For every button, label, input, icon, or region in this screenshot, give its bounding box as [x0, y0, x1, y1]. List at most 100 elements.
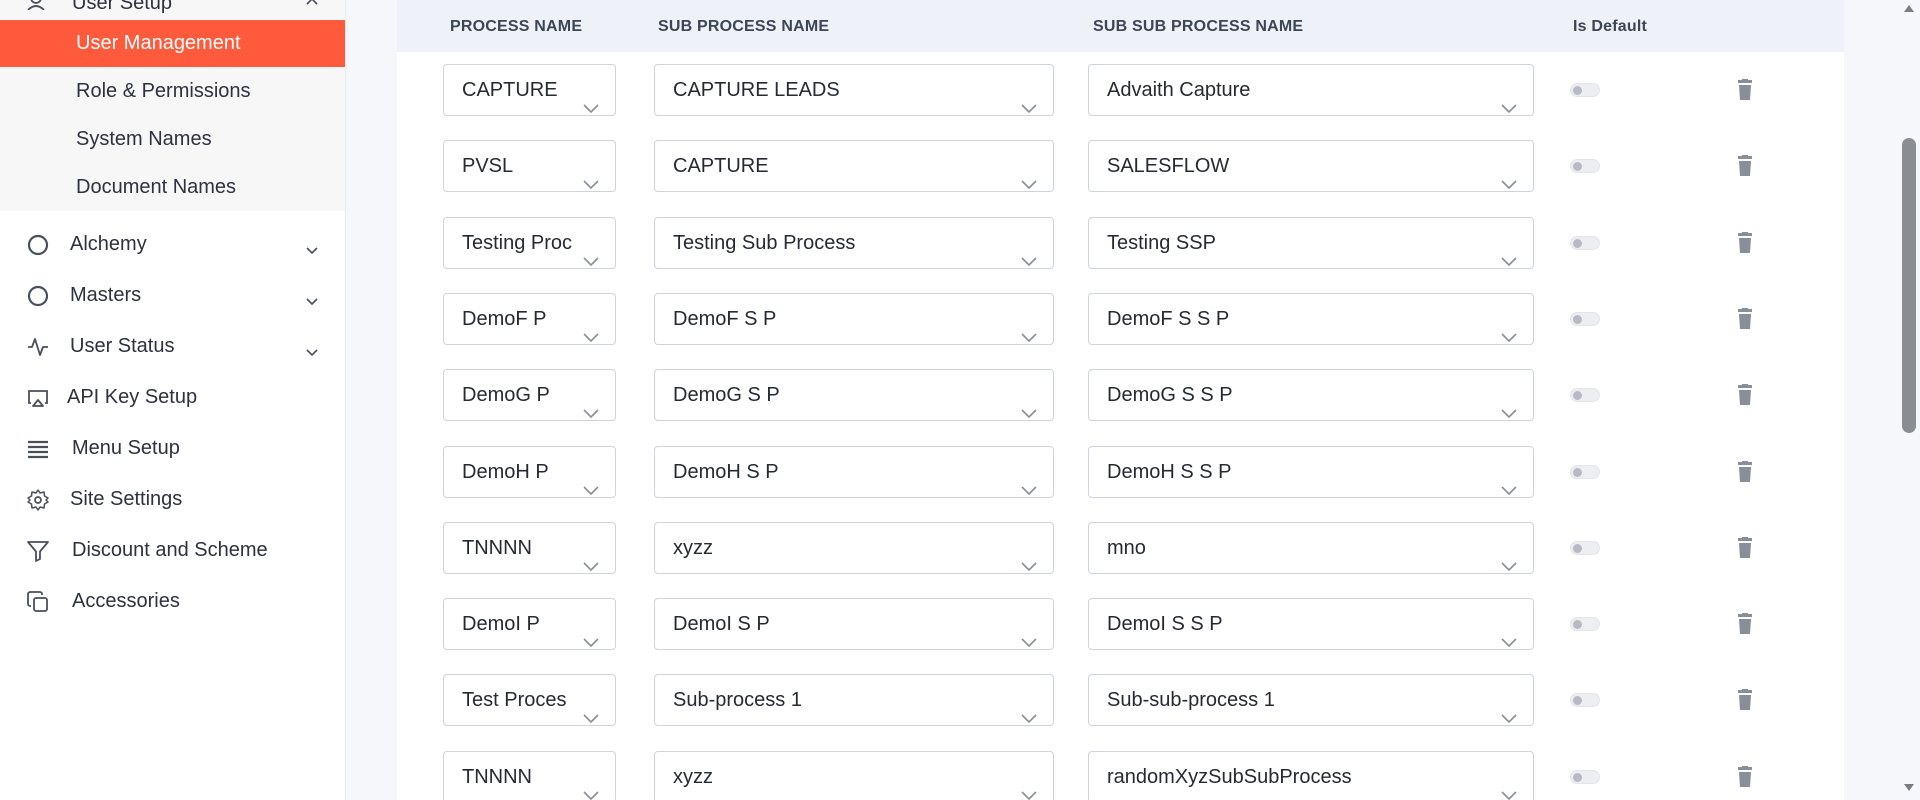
chevron-down-icon [1501, 465, 1517, 497]
delete-button[interactable] [1735, 79, 1755, 101]
is-default-toggle[interactable] [1570, 769, 1600, 784]
trash-icon [1735, 613, 1755, 639]
column-header-process: PROCESS NAME [450, 18, 583, 35]
delete-button[interactable] [1735, 613, 1755, 635]
sub-process-select-value: CAPTURE [673, 155, 769, 178]
is-default-toggle[interactable] [1570, 235, 1600, 250]
sub-process-select[interactable]: DemoF S P [654, 292, 1054, 345]
sub-sub-process-select[interactable]: DemoI S S P [1088, 598, 1534, 651]
chevron-down-icon [1501, 83, 1517, 115]
process-select-value: DemoG P [462, 384, 550, 407]
toggle-knob [1573, 86, 1582, 95]
delete-button[interactable] [1735, 689, 1755, 711]
sub-sub-process-select[interactable]: DemoG S S P [1088, 369, 1534, 422]
sidebar-item-masters[interactable]: Masters [0, 271, 345, 319]
delete-button[interactable] [1735, 384, 1755, 406]
sidebar-subitem-role-permissions[interactable]: Role & Permissions [0, 68, 345, 115]
sidebar-item-label: Menu Setup [72, 436, 180, 459]
main-content: PROCESS NAME SUB PROCESS NAME SUB SUB PR… [347, 0, 1920, 800]
menu-icon [26, 437, 50, 461]
sidebar-item-label: User Status [70, 334, 175, 357]
chevron-up-icon[interactable] [306, 0, 318, 10]
process-select[interactable]: Test Proces [443, 674, 616, 727]
sidebar-item-user-setup[interactable]: User Setup [0, 0, 345, 14]
process-select[interactable]: DemoI P [443, 598, 616, 651]
chevron-down-icon [1021, 236, 1037, 268]
process-select[interactable]: Testing Proc [443, 216, 616, 269]
chevron-down-icon [1501, 388, 1517, 420]
process-select[interactable]: CAPTURE [443, 64, 616, 116]
scroll-up-arrow-icon[interactable] [1903, 0, 1915, 12]
sidebar-item-alchemy[interactable]: Alchemy [0, 220, 345, 268]
sub-sub-process-select[interactable]: randomXyzSubSubProcess [1088, 750, 1534, 800]
is-default-toggle[interactable] [1570, 693, 1600, 708]
sub-process-select[interactable]: DemoH S P [654, 445, 1054, 498]
sub-process-select[interactable]: DemoG S P [654, 369, 1054, 422]
trash-icon [1735, 155, 1755, 181]
sub-process-select[interactable]: CAPTURE LEADS [654, 64, 1054, 116]
chevron-down-icon [1501, 770, 1517, 800]
sub-process-select[interactable]: DemoI S P [654, 598, 1054, 651]
sub-process-select[interactable]: xyzz [654, 521, 1054, 574]
is-default-toggle[interactable] [1570, 464, 1600, 479]
delete-button[interactable] [1735, 307, 1755, 330]
is-default-toggle[interactable] [1570, 83, 1600, 97]
scroll-down-arrow-icon[interactable] [1903, 780, 1915, 791]
sub-sub-process-select[interactable]: Advaith Capture [1088, 64, 1534, 116]
sidebar-item-user-status[interactable]: User Status [0, 322, 345, 370]
delete-button[interactable] [1735, 155, 1755, 177]
is-default-toggle[interactable] [1570, 311, 1600, 326]
sub-sub-process-select[interactable]: SALESFLOW [1088, 140, 1534, 193]
process-select[interactable]: PVSL [443, 140, 616, 193]
scrollbar-thumb[interactable] [1902, 138, 1916, 433]
sidebar-subitem-user-management[interactable]: User Management [0, 20, 345, 67]
sub-process-select[interactable]: Testing Sub Process [654, 216, 1054, 269]
sidebar-item-menu-setup[interactable]: Menu Setup [0, 424, 345, 472]
process-select[interactable]: DemoF P [443, 292, 616, 345]
sub-sub-process-select-value: DemoG S S P [1107, 384, 1233, 407]
process-select[interactable]: TNNNN [443, 750, 616, 800]
sidebar-item-discount-and-scheme[interactable]: Discount and Scheme [0, 526, 345, 574]
process-select-value: TNNNN [462, 765, 532, 788]
chevron-down-icon [1501, 236, 1517, 268]
sidebar-item-label: Discount and Scheme [72, 538, 268, 561]
process-select[interactable]: DemoH P [443, 445, 616, 498]
scrollbar[interactable] [1898, 0, 1920, 800]
sub-sub-process-select[interactable]: Testing SSP [1088, 216, 1534, 269]
is-default-toggle[interactable] [1570, 159, 1600, 174]
sub-sub-process-select[interactable]: DemoH S S P [1088, 445, 1534, 498]
sub-sub-process-select-value: DemoF S S P [1107, 307, 1230, 330]
sub-process-select-value: xyzz [673, 536, 713, 559]
sidebar-item-accessories[interactable]: Accessories [0, 577, 345, 625]
process-select-value: Testing Proc [462, 231, 573, 254]
sidebar-item-site-settings[interactable]: Site Settings [0, 475, 345, 523]
delete-button[interactable] [1735, 460, 1755, 483]
process-select[interactable]: DemoG P [443, 369, 616, 422]
toggle-knob [1573, 772, 1582, 782]
is-default-toggle[interactable] [1570, 617, 1600, 632]
chevron-down-icon [1501, 312, 1517, 344]
sub-process-select[interactable]: xyzz [654, 750, 1054, 800]
toggle-knob [1573, 696, 1582, 706]
sub-sub-process-select[interactable]: DemoF S S P [1088, 292, 1534, 345]
sub-process-select-value: Testing Sub Process [673, 231, 856, 254]
trash-icon [1735, 307, 1755, 334]
sub-process-select[interactable]: Sub-process 1 [654, 674, 1054, 727]
chevron-down-icon [583, 541, 599, 573]
is-default-toggle[interactable] [1570, 540, 1600, 555]
is-default-toggle[interactable] [1570, 388, 1600, 403]
sidebar-subitem-document-names[interactable]: Document Names [0, 164, 345, 211]
delete-button[interactable] [1735, 765, 1755, 788]
chevron-down-icon [1021, 541, 1037, 573]
process-select[interactable]: TNNNN [443, 521, 616, 574]
sub-sub-process-select[interactable]: mno [1088, 521, 1534, 574]
sub-sub-process-select[interactable]: Sub-sub-process 1 [1088, 674, 1534, 727]
sub-process-select[interactable]: CAPTURE [654, 140, 1054, 193]
sidebar-item-api-key-setup[interactable]: API Key Setup [0, 373, 345, 421]
sidebar-subitem-system-names[interactable]: System Names [0, 116, 345, 163]
delete-button[interactable] [1735, 231, 1755, 254]
sub-sub-process-select-value: SALESFLOW [1107, 155, 1230, 178]
trash-icon [1735, 79, 1755, 105]
delete-button[interactable] [1735, 536, 1755, 559]
chevron-down-icon [1501, 693, 1517, 725]
